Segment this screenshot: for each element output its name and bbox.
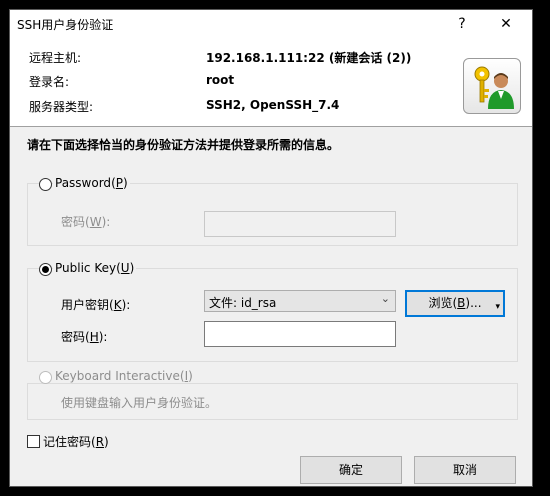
close-button[interactable]: ✕ <box>484 10 528 38</box>
server-type-value: SSH2, OpenSSH_7.4 <box>206 98 340 112</box>
remember-password-label[interactable]: 记住密码(R) <box>43 433 109 450</box>
host-label: 远程主机: <box>29 51 82 65</box>
host-value: 192.168.1.111:22 (新建会话 (2)) <box>206 51 412 65</box>
auth-methods-panel: 请在下面选择恰当的身份验证方法并提供登录所需的信息。 Password(P) 密… <box>10 127 532 486</box>
window-title: SSH用户身份验证 <box>17 18 114 32</box>
ok-button[interactable]: 确定 <box>300 456 402 484</box>
remember-password-checkbox[interactable] <box>27 435 40 448</box>
title-bar: SSH用户身份验证 ? ✕ <box>10 10 532 38</box>
key-user-icon <box>463 58 521 114</box>
chevron-down-icon: ⌄ <box>380 292 390 305</box>
keyboard-interactive-radio[interactable] <box>39 371 52 384</box>
public-key-radio[interactable] <box>39 263 52 276</box>
instruction-text: 请在下面选择恰当的身份验证方法并提供登录所需的信息。 <box>27 138 340 152</box>
dropdown-arrow-icon: ▾ <box>495 302 500 312</box>
session-info: 远程主机: 192.168.1.111:22 (新建会话 (2)) 登录名: r… <box>10 38 532 126</box>
password-input[interactable] <box>204 211 396 237</box>
password-field-label: 密码(W): <box>59 213 113 230</box>
password-radio[interactable] <box>39 178 52 191</box>
help-button[interactable]: ? <box>440 10 484 38</box>
server-type-label: 服务器类型: <box>29 100 94 114</box>
login-value: root <box>206 73 235 87</box>
user-key-label: 用户密钥(K): <box>59 296 133 313</box>
passphrase-input[interactable] <box>204 321 396 347</box>
public-key-radio-label[interactable]: Public Key(U) <box>53 261 137 275</box>
browse-button[interactable]: 浏览(B)... ▾ <box>405 290 505 317</box>
keyboard-interactive-label[interactable]: Keyboard Interactive(I) <box>53 369 195 383</box>
user-key-value: 文件: id_rsa <box>209 296 277 310</box>
user-key-select[interactable]: 文件: id_rsa ⌄ <box>204 290 396 312</box>
ssh-auth-dialog: SSH用户身份验证 ? ✕ 远程主机: 192.168.1.111:22 (新建… <box>9 9 533 487</box>
cancel-button[interactable]: 取消 <box>414 456 516 484</box>
login-label: 登录名: <box>29 75 70 89</box>
passphrase-label: 密码(H): <box>59 328 110 345</box>
keyboard-interactive-description: 使用键盘输入用户身份验证。 <box>59 394 220 411</box>
password-radio-label[interactable]: Password(P) <box>53 176 130 190</box>
